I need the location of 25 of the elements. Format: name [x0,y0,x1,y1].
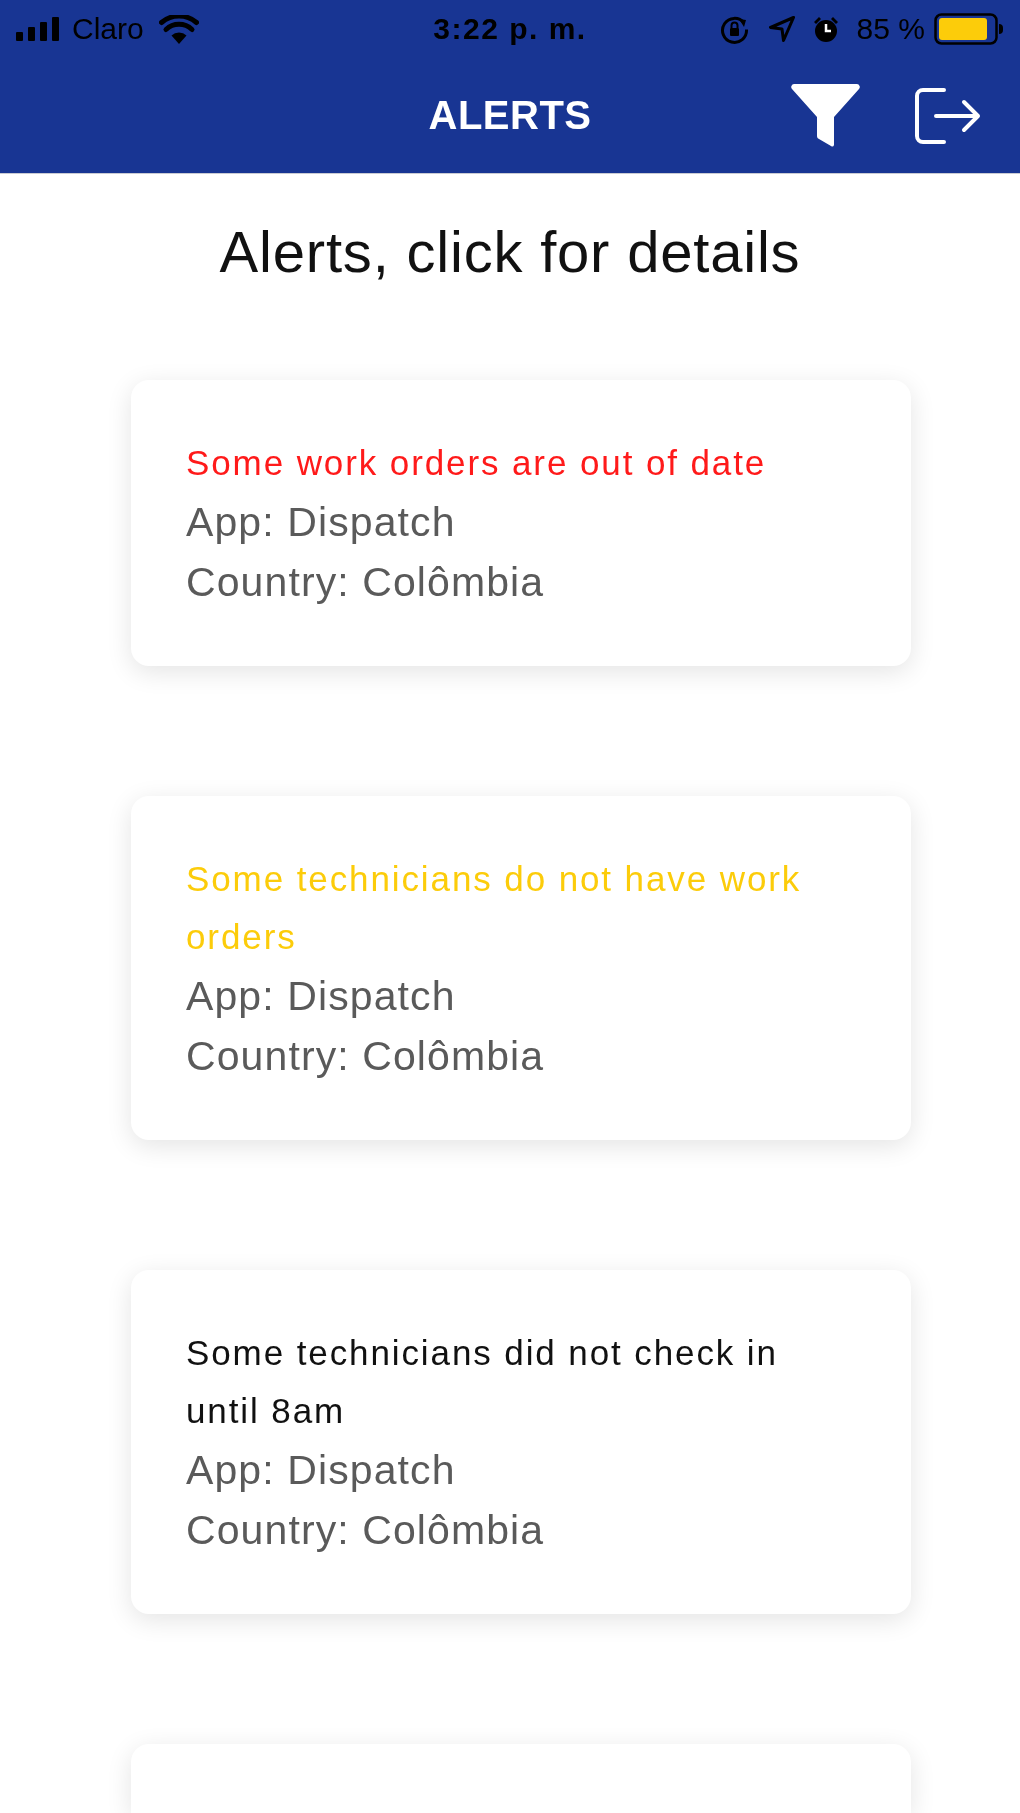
location-arrow-icon [768,16,795,42]
alert-message: Some technicians did not check in until 8am [186,1332,779,1432]
alert-country: Country: Colômbia [186,1032,545,1081]
alert-card[interactable]: Some technicians do not have work orders App: Dispatch Country: Colômbia [131,796,911,1140]
alert-country: Country: Colômbia [186,558,545,607]
battery-icon [934,13,1004,45]
alert-app: App: Dispatch [186,498,456,547]
wifi-icon [158,14,199,44]
header-title: ALERTS [428,93,592,138]
rotation-lock-icon [719,14,749,44]
battery-percent: 85 % [856,12,925,46]
alarm-clock-icon [812,15,839,43]
logout-icon[interactable] [914,86,983,145]
filter-icon[interactable] [791,83,860,148]
clock-time: 3:22 p. m. [433,12,587,46]
alert-message: Some technicians do not have work orders [186,858,803,958]
signal-icon [16,17,60,41]
alert-country: Country: Colômbia [186,1506,545,1555]
alert-app: App: Dispatch [186,1446,456,1495]
alert-card[interactable]: Some work orders are out of date App: Dispatch Country: Colômbia [131,380,911,666]
alert-message: Some work orders are out of date [186,442,767,484]
alert-card[interactable]: Some technicians did not check in until 8am App: Dispatch Country: Colômbia [131,1270,911,1614]
alert-app: App: Dispatch [186,972,456,1021]
carrier-name: Claro [72,12,144,46]
page-heading: Alerts, click for details [219,218,801,286]
